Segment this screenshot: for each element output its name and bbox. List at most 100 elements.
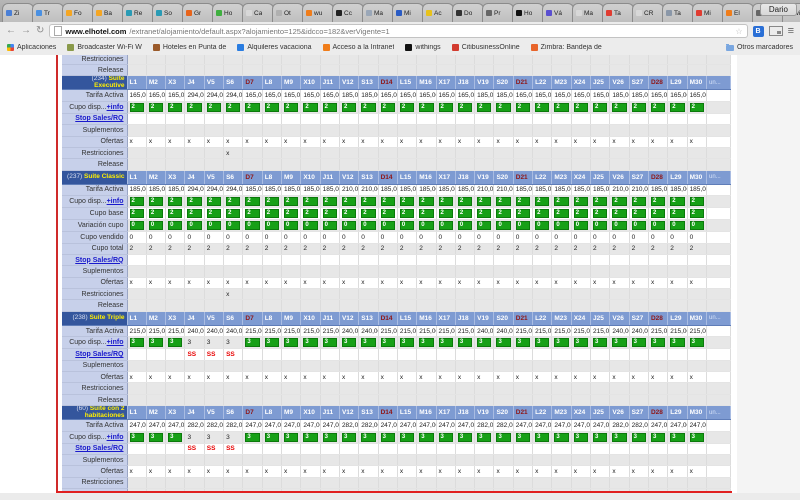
browser-tab[interactable]: Ma — [362, 3, 394, 22]
browser-tab[interactable]: Ba — [92, 3, 124, 22]
cell-value: x — [320, 372, 339, 383]
bookmark-star-icon[interactable]: ☆ — [735, 27, 742, 36]
other-bookmarks[interactable]: Otros marcadores — [726, 44, 793, 51]
back-button[interactable]: ← — [6, 26, 16, 36]
browser-tab[interactable]: wu — [302, 3, 334, 22]
browser-tab[interactable]: CR — [632, 3, 664, 22]
empty-cell — [339, 383, 358, 394]
empty-cell — [436, 125, 455, 136]
browser-tab[interactable]: Ac — [422, 3, 454, 22]
bookmark-item[interactable]: Zimbra: Bandeja de — [531, 44, 602, 51]
bookmark-item[interactable]: Broadcaster Wi-Fi W — [67, 44, 142, 51]
browser-tab[interactable]: Ho — [512, 3, 544, 22]
empty-cell — [436, 65, 455, 76]
info-link[interactable]: +info — [107, 104, 124, 111]
cell-value: 210,00 — [475, 184, 494, 195]
browser-tab[interactable]: Ca — [242, 3, 274, 22]
browser-tab[interactable]: So — [152, 3, 184, 22]
empty-cell — [533, 349, 552, 360]
cupo-cell: 2 — [552, 208, 571, 220]
empty-cell — [648, 383, 667, 394]
bookmark-item[interactable]: Alquileres vacaciona — [237, 44, 311, 51]
cupo-cell: 3 — [552, 337, 571, 349]
empty-cell — [436, 55, 455, 65]
url-field[interactable]: www.elhotel.com/extranet/alojamiento/def… — [49, 24, 747, 38]
browser-tab[interactable]: Tr — [32, 3, 64, 22]
browser-tab[interactable]: Re — [122, 3, 154, 22]
empty-cell — [571, 394, 590, 405]
bookmark-item[interactable]: CitibusinessOnline — [452, 44, 520, 51]
table-row: Restricciones — [62, 55, 731, 65]
info-link[interactable]: +info — [107, 339, 124, 346]
day-header: J4 — [185, 311, 204, 325]
stop-sales-link[interactable]: Stop Sales/RQ — [75, 351, 123, 358]
cell-value: x — [610, 372, 629, 383]
cell-value: 0 — [494, 232, 513, 243]
browser-tab[interactable]: Ta — [602, 3, 634, 22]
cell-value: 165,00 — [243, 90, 262, 101]
info-link[interactable]: +info — [107, 434, 124, 441]
stop-sales-link[interactable]: Stop Sales/RQ — [75, 445, 123, 452]
bookmark-item[interactable]: Acceso a la Intranet — [323, 44, 395, 51]
browser-tab[interactable]: Mi — [392, 3, 424, 22]
empty-cell — [301, 454, 320, 465]
browser-tab[interactable]: Gr — [182, 3, 214, 22]
empty-cell — [262, 147, 281, 158]
browser-tab[interactable]: Ho — [212, 3, 244, 22]
browser-tab[interactable]: Do — [452, 3, 484, 22]
table-row: Restriccionesx — [62, 147, 731, 158]
browser-tab[interactable]: Pr — [482, 3, 514, 22]
cupo-bar: 2 — [265, 103, 279, 112]
bookmark-label: Alquileres vacaciona — [247, 44, 311, 51]
browser-tab[interactable]: El — [722, 3, 754, 22]
cell-value: 0 — [571, 232, 590, 243]
apps-bookmark[interactable]: Aplicaciones — [7, 44, 56, 51]
cupo-cell: 2 — [552, 101, 571, 113]
bookmark-item[interactable]: Hoteles en Punta de — [153, 44, 226, 51]
empty-cell — [668, 113, 687, 124]
day-header: X24 — [571, 76, 590, 90]
cast-icon[interactable] — [769, 26, 783, 36]
cupo-bar: 3 — [516, 433, 530, 442]
browser-tab[interactable]: Vá — [542, 3, 574, 22]
day-header: M16 — [417, 76, 436, 90]
empty-cell — [224, 113, 243, 124]
reload-button[interactable]: ↻ — [36, 26, 44, 36]
cell-value: 0 — [146, 232, 165, 243]
cell-value: x — [417, 466, 436, 477]
browser-tab[interactable]: Cc — [332, 3, 364, 22]
tab-label: Ca — [254, 10, 262, 17]
browser-tab[interactable]: Zi — [2, 3, 34, 22]
row-label: Restricciones — [62, 477, 127, 488]
cupo-bar: 2 — [284, 197, 298, 206]
cupo-bar: 0 — [342, 221, 356, 230]
empty-cell — [591, 383, 610, 394]
browser-tab[interactable]: Ma — [572, 3, 604, 22]
cell-value: 2 — [475, 243, 494, 254]
empty-cell — [455, 266, 474, 277]
info-link[interactable]: +info — [107, 198, 124, 205]
browser-tab[interactable]: Ot — [272, 3, 304, 22]
empty-cell — [571, 65, 590, 76]
cupo-bar: 2 — [130, 197, 144, 206]
tab-favicon — [66, 10, 72, 16]
menu-icon[interactable]: ≡ — [788, 26, 794, 37]
day-header: S20 — [494, 76, 513, 90]
empty-cell — [282, 349, 301, 360]
day-header: L15 — [397, 311, 416, 325]
stop-sales-link[interactable]: Stop Sales/RQ — [75, 257, 123, 264]
browser-tab[interactable]: Mi — [692, 3, 724, 22]
tab-favicon — [666, 10, 672, 16]
bookmark-item[interactable]: withings — [405, 44, 440, 51]
browser-tab[interactable]: Fo — [62, 3, 94, 22]
cell-value: x — [185, 277, 204, 288]
profile-button[interactable]: Dario — [760, 3, 797, 16]
empty-cell — [339, 454, 358, 465]
cupo-cell: 2 — [359, 101, 378, 113]
browser-tab[interactable]: Ta — [662, 3, 694, 22]
cell-value: x — [629, 277, 648, 288]
row-label: Cupo vendido — [62, 232, 127, 243]
forward-button[interactable]: → — [21, 26, 31, 36]
stop-sales-link[interactable]: Stop Sales/RQ — [75, 115, 123, 122]
extension-icon[interactable]: B — [753, 26, 764, 37]
